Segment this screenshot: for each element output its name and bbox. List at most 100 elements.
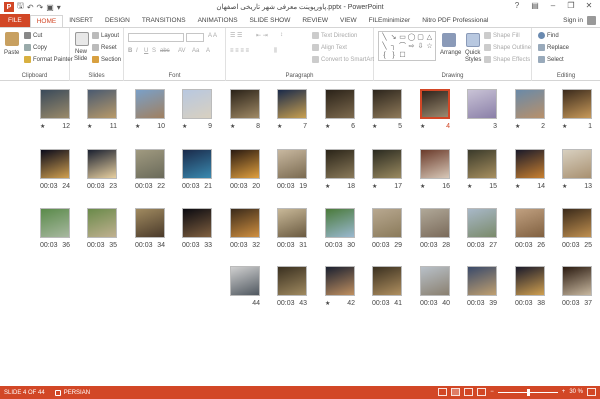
- slide-preview[interactable]: [40, 149, 70, 179]
- bullets-icon[interactable]: ☰ ☰: [230, 32, 242, 39]
- slide-preview[interactable]: [420, 208, 450, 238]
- layout-button[interactable]: Layout: [92, 32, 119, 39]
- slide-preview[interactable]: [467, 266, 497, 296]
- text-direction-button[interactable]: Text Direction: [312, 32, 357, 39]
- slide-preview[interactable]: [135, 89, 165, 119]
- slide-preview[interactable]: [467, 208, 497, 238]
- fit-slide-icon[interactable]: [587, 388, 596, 396]
- slide-preview[interactable]: [562, 149, 592, 179]
- slide-preview[interactable]: [515, 89, 545, 119]
- undo-icon[interactable]: ↶: [27, 3, 34, 12]
- shapes-gallery[interactable]: ╲ ↘ ▭ ◯ ▢ △ ╲ ┐ ⌒ ⇨ ⇩ ☆ { } ☐: [378, 31, 436, 61]
- slide-preview[interactable]: [182, 208, 212, 238]
- new-slide-button[interactable]: New: [75, 49, 87, 55]
- slide-thumbnail-4[interactable]: 4 ★: [420, 89, 454, 135]
- tab-home[interactable]: HOME: [29, 15, 64, 27]
- avatar[interactable]: [587, 16, 596, 25]
- slide-preview[interactable]: [372, 208, 402, 238]
- slide-preview[interactable]: [87, 149, 117, 179]
- slide-thumbnail-32[interactable]: 32 00:03: [230, 208, 264, 254]
- slide-thumbnail-19[interactable]: 19 00:03: [277, 149, 311, 195]
- brace-close-shape-icon[interactable]: }: [389, 51, 398, 60]
- slide-thumbnail-18[interactable]: 18 ★: [325, 149, 359, 195]
- slide-thumbnail-26[interactable]: 26 00:03: [515, 208, 549, 254]
- slide-thumbnail-25[interactable]: 25 00:03: [562, 208, 596, 254]
- tab-design[interactable]: DESIGN: [99, 15, 136, 27]
- slide-thumbnail-42[interactable]: 42 ★: [325, 266, 359, 312]
- arrow-right-shape-icon[interactable]: ⇨: [407, 42, 416, 51]
- slide-thumbnail-44[interactable]: 44: [230, 266, 264, 312]
- slide-thumbnail-9[interactable]: 9 ★: [182, 89, 216, 135]
- font-size-select[interactable]: [186, 33, 204, 42]
- slide-preview[interactable]: [325, 208, 355, 238]
- shape-fill-button[interactable]: Shape Fill: [484, 32, 520, 39]
- triangle-shape-icon[interactable]: △: [425, 33, 434, 42]
- slide-preview[interactable]: [420, 89, 450, 119]
- strikethrough-icon[interactable]: abc: [160, 48, 170, 54]
- new-slide-button-line2[interactable]: Slide: [74, 56, 87, 62]
- cut-button[interactable]: Cut: [24, 32, 42, 39]
- shadow-icon[interactable]: S: [152, 48, 156, 54]
- find-button[interactable]: Find: [538, 32, 559, 39]
- slide-preview[interactable]: [182, 89, 212, 119]
- columns-icon[interactable]: ⫼: [274, 48, 277, 55]
- start-from-beginning-icon[interactable]: ▣: [46, 3, 54, 12]
- slide-preview[interactable]: [277, 208, 307, 238]
- slide-preview[interactable]: [515, 149, 545, 179]
- slide-thumbnail-12[interactable]: 12 ★: [40, 89, 74, 135]
- zoom-level[interactable]: 30 %: [569, 389, 583, 395]
- slide-thumbnail-3[interactable]: 3: [467, 89, 501, 135]
- slide-preview[interactable]: [515, 208, 545, 238]
- slide-thumbnail-30[interactable]: 30 00:03: [325, 208, 359, 254]
- normal-view-icon[interactable]: [438, 388, 448, 396]
- slide-thumbnail-35[interactable]: 35 00:03: [87, 208, 121, 254]
- shape-effects-button[interactable]: Shape Effects: [484, 56, 530, 63]
- convert-smartart-button[interactable]: Convert to SmartArt: [312, 56, 374, 63]
- line-spacing-icon[interactable]: ↕: [280, 32, 283, 38]
- curve-shape-icon[interactable]: ⌒: [398, 42, 407, 51]
- help-icon[interactable]: ?: [508, 1, 526, 10]
- slide-thumbnail-20[interactable]: 20 00:03: [230, 149, 264, 195]
- ribbon-display-icon[interactable]: ▤: [526, 1, 544, 10]
- slide-thumbnail-43[interactable]: 43 00:03: [277, 266, 311, 312]
- zoom-out-icon[interactable]: −: [490, 389, 494, 395]
- line-shape-icon[interactable]: ╲: [380, 33, 389, 42]
- slide-thumbnail-40[interactable]: 40 00:03: [420, 266, 454, 312]
- slide-preview[interactable]: [325, 266, 355, 296]
- slide-preview[interactable]: [230, 89, 260, 119]
- slide-preview[interactable]: [40, 89, 70, 119]
- indent-icon[interactable]: ⇤ ⇥: [256, 32, 268, 39]
- tab-animations[interactable]: ANIMATIONS: [192, 15, 244, 27]
- zoom-slider[interactable]: [497, 388, 558, 396]
- customize-qat-icon[interactable]: ▾: [57, 3, 61, 12]
- grow-font-icon[interactable]: A A: [208, 33, 217, 39]
- slide-preview[interactable]: [325, 89, 355, 119]
- slide-thumbnail-38[interactable]: 38 00:03: [515, 266, 549, 312]
- slide-thumbnail-36[interactable]: 36 00:03: [40, 208, 74, 254]
- line2-shape-icon[interactable]: ╲: [380, 42, 389, 51]
- paste-button[interactable]: Paste: [4, 50, 19, 56]
- slide-preview[interactable]: [372, 149, 402, 179]
- zoom-in-icon[interactable]: +: [562, 389, 566, 395]
- slide-preview[interactable]: [87, 208, 117, 238]
- align-icons[interactable]: ≡ ≡ ≡ ≡: [230, 48, 249, 54]
- slide-thumbnail-6[interactable]: 6 ★: [325, 89, 359, 135]
- slide-preview[interactable]: [420, 266, 450, 296]
- slide-preview[interactable]: [277, 149, 307, 179]
- slide-thumbnail-41[interactable]: 41 00:03: [372, 266, 406, 312]
- slide-preview[interactable]: [135, 149, 165, 179]
- slideshow-view-icon[interactable]: [477, 388, 487, 396]
- slide-preview[interactable]: [40, 208, 70, 238]
- slide-preview[interactable]: [87, 89, 117, 119]
- rect-shape-icon[interactable]: ▭: [398, 33, 407, 42]
- star-shape-icon[interactable]: ☆: [425, 42, 434, 51]
- slide-thumbnail-17[interactable]: 17 ★: [372, 149, 406, 195]
- slide-thumbnail-23[interactable]: 23 00:03: [87, 149, 121, 195]
- shape-outline-button[interactable]: Shape Outline: [484, 44, 531, 51]
- brace-shape-icon[interactable]: {: [380, 51, 389, 60]
- tab-view[interactable]: VIEW: [334, 15, 363, 27]
- slide-thumbnail-10[interactable]: 10 ★: [135, 89, 169, 135]
- tab-slide-show[interactable]: SLIDE SHOW: [244, 15, 297, 27]
- italic-icon[interactable]: I: [136, 48, 138, 54]
- quick-styles-button-line2[interactable]: Styles: [465, 57, 481, 63]
